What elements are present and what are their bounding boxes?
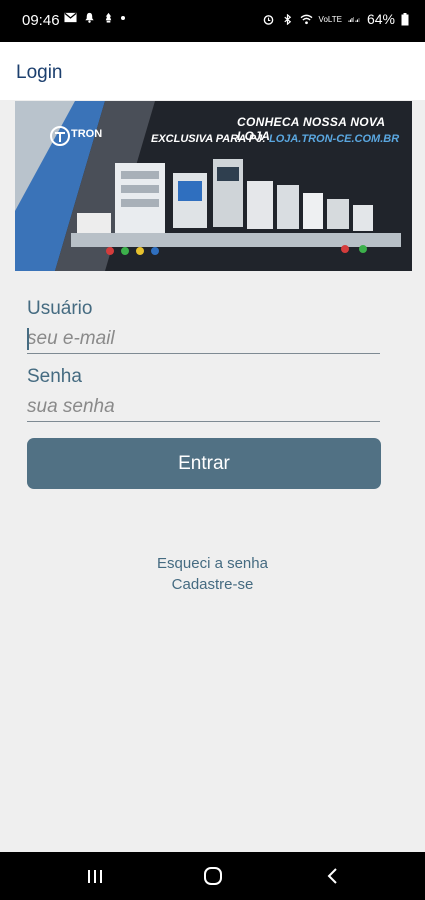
- back-icon[interactable]: [321, 864, 345, 888]
- battery-percent: 64%: [366, 11, 395, 27]
- email-field[interactable]: [27, 325, 380, 354]
- login-button[interactable]: Entrar: [27, 438, 381, 489]
- banner-subline: EXCLUSIVA PARA PJ: LOJA.TRON-CE.COM.BR: [151, 133, 399, 145]
- promo-banner[interactable]: TRON CONHECA NOSSA NOVA LOJA EXCLUSIVA P…: [15, 101, 412, 271]
- password-field[interactable]: [27, 393, 380, 422]
- wifi-icon: [300, 14, 312, 24]
- bluetooth-icon: [283, 13, 291, 25]
- banner-subline-label: EXCLUSIVA PARA PJ:: [151, 133, 266, 145]
- page-title: Login: [16, 62, 63, 83]
- dot-icon: [121, 15, 125, 20]
- network-label: VoLTE: [318, 14, 342, 24]
- notification-icon: [105, 12, 112, 23]
- forgot-password-link[interactable]: Esqueci a senha: [0, 555, 425, 572]
- recent-apps-icon[interactable]: [83, 864, 107, 888]
- register-link[interactable]: Cadastre-se: [0, 576, 425, 593]
- battery-icon: [401, 12, 409, 25]
- status-time: 09:46: [22, 12, 60, 29]
- text-cursor: [27, 328, 29, 350]
- password-label: Senha: [27, 366, 82, 387]
- user-label: Usuário: [27, 298, 93, 319]
- mail-icon: [64, 12, 77, 23]
- banner-url: LOJA.TRON-CE.COM.BR: [268, 133, 400, 145]
- banner-logo-text: TRON: [71, 128, 103, 140]
- app-bar: Login: [0, 42, 425, 100]
- home-icon[interactable]: [201, 864, 225, 888]
- bell-icon: [85, 12, 94, 23]
- tron-logo-icon: [50, 126, 70, 146]
- system-nav-bar: [0, 852, 425, 900]
- signal-icon: [348, 16, 360, 22]
- status-bar: 09:46 VoLTE 64%: [0, 0, 425, 42]
- alarm-icon: [263, 14, 273, 25]
